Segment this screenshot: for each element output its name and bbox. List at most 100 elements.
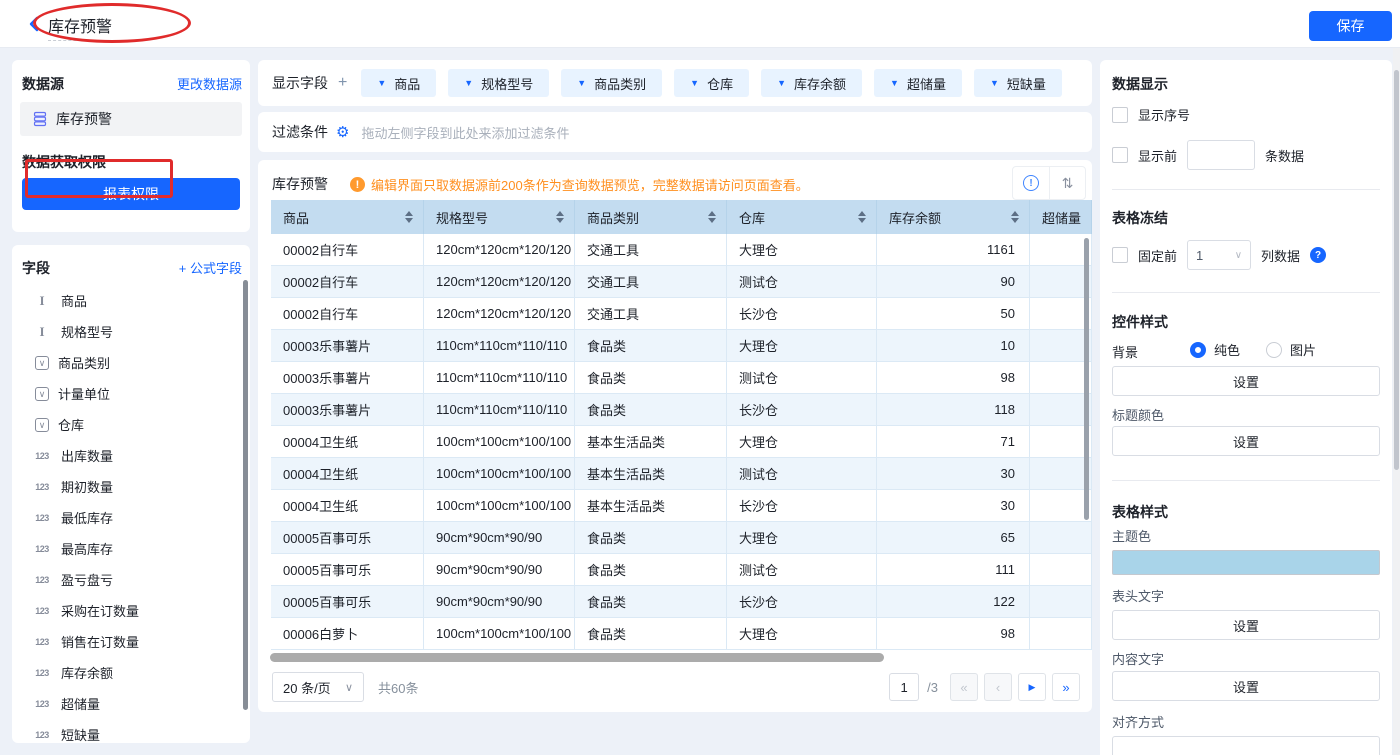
- gear-icon[interactable]: ⚙: [336, 123, 349, 141]
- table-cell: 长沙仓: [727, 298, 877, 330]
- sort-button[interactable]: ⇅: [1049, 167, 1085, 199]
- page-total-label: /3: [927, 680, 938, 695]
- content-text-label: 内容文字: [1112, 649, 1164, 668]
- align-control[interactable]: [1112, 736, 1380, 755]
- table-cell: 100cm*100cm*100/100: [424, 458, 575, 490]
- page-size-select[interactable]: 20 条/页 ∨: [272, 672, 364, 702]
- show-first-count-input[interactable]: [1187, 140, 1255, 170]
- field-item[interactable]: ∨商品类别: [12, 347, 250, 378]
- column-header[interactable]: 仓库: [727, 200, 877, 234]
- title-color-set-button[interactable]: 设置: [1112, 426, 1380, 456]
- report-permission-button[interactable]: 报表权限: [22, 178, 240, 210]
- field-item[interactable]: 123期初数量: [12, 471, 250, 502]
- display-field-chip[interactable]: ▼超储量: [874, 69, 962, 97]
- column-header-label: 超储量: [1042, 208, 1091, 227]
- field-item[interactable]: 123最高库存: [12, 533, 250, 564]
- freeze-checkbox[interactable]: [1112, 247, 1128, 263]
- table-cell: 大理仓: [727, 234, 877, 266]
- last-page-button[interactable]: »: [1052, 673, 1080, 701]
- freeze-count-select[interactable]: 1 ∨: [1187, 240, 1251, 270]
- datasource-item[interactable]: 库存预警: [20, 102, 242, 136]
- chevron-down-icon: ▼: [377, 78, 386, 88]
- double-right-icon: »: [1062, 680, 1069, 695]
- background-set-button[interactable]: 设置: [1112, 366, 1380, 396]
- add-formula-field-link[interactable]: + 公式字段: [179, 258, 242, 277]
- prev-page-button[interactable]: ‹: [984, 673, 1012, 701]
- table-cell: 98: [877, 362, 1030, 394]
- column-header[interactable]: 规格型号: [424, 200, 575, 234]
- field-item[interactable]: 123盈亏盘亏: [12, 564, 250, 595]
- sort-icon[interactable]: [556, 211, 564, 223]
- header-text-set-button[interactable]: 设置: [1112, 610, 1380, 640]
- save-button[interactable]: 保存: [1309, 11, 1392, 41]
- add-display-field-icon[interactable]: +: [338, 74, 347, 92]
- table-cell: 00002自行车: [271, 234, 424, 266]
- next-page-button[interactable]: ▶: [1018, 673, 1046, 701]
- show-index-checkbox[interactable]: [1112, 107, 1128, 123]
- field-item[interactable]: I商品: [12, 285, 250, 316]
- permission-title: 数据获取权限: [22, 152, 106, 172]
- column-header[interactable]: 超储量: [1030, 200, 1092, 234]
- table-cell: 食品类: [575, 618, 727, 650]
- content-text-set-button[interactable]: 设置: [1112, 671, 1380, 701]
- preview-table: 商品规格型号商品类别仓库库存余额超储量 00002自行车120cm*120cm*…: [271, 200, 1092, 650]
- column-header[interactable]: 商品类别: [575, 200, 727, 234]
- column-header[interactable]: 库存余额: [877, 200, 1030, 234]
- display-field-chip[interactable]: ▼商品类别: [561, 69, 662, 97]
- fields-scrollbar[interactable]: [243, 280, 248, 710]
- info-button[interactable]: !: [1013, 167, 1049, 199]
- back-icon[interactable]: [26, 15, 44, 33]
- display-field-chip[interactable]: ▼短缺量: [974, 69, 1062, 97]
- help-icon[interactable]: ?: [1310, 247, 1326, 263]
- window-scrollbar-thumb[interactable]: [1394, 70, 1399, 470]
- table-vertical-scrollbar[interactable]: [1084, 238, 1089, 520]
- solid-radio[interactable]: [1190, 342, 1206, 358]
- field-item[interactable]: 123出库数量: [12, 440, 250, 471]
- field-item[interactable]: ∨计量单位: [12, 378, 250, 409]
- field-item[interactable]: 123最低库存: [12, 502, 250, 533]
- total-count: 共60条: [378, 678, 418, 697]
- widget-style-title: 控件样式: [1112, 312, 1168, 332]
- table-cell: 65: [877, 522, 1030, 554]
- show-index-option: 显示序号: [1112, 105, 1190, 124]
- bg-image-option: 图片: [1266, 340, 1316, 359]
- solid-label: 纯色: [1214, 340, 1240, 359]
- field-item[interactable]: 123短缺量: [12, 719, 250, 743]
- field-item[interactable]: 123超储量: [12, 688, 250, 719]
- table-horizontal-scrollbar[interactable]: [270, 653, 884, 662]
- image-radio[interactable]: [1266, 342, 1282, 358]
- field-item[interactable]: I规格型号: [12, 316, 250, 347]
- table-cell: 1161: [877, 234, 1030, 266]
- column-header[interactable]: 商品: [271, 200, 424, 234]
- display-field-chip[interactable]: ▼库存余额: [761, 69, 862, 97]
- table-row: 00004卫生纸100cm*100cm*100/100基本生活品类大理仓71: [271, 426, 1092, 458]
- field-item[interactable]: 123采购在订数量: [12, 595, 250, 626]
- image-label: 图片: [1290, 340, 1316, 359]
- table-cell: 长沙仓: [727, 490, 877, 522]
- sort-icon[interactable]: [405, 211, 413, 223]
- table-cell: [1030, 586, 1092, 618]
- display-fields-bar: 显示字段 + ▼商品▼规格型号▼商品类别▼仓库▼库存余额▼超储量▼短缺量: [258, 60, 1092, 106]
- table-cell: 00003乐事薯片: [271, 362, 424, 394]
- page-title[interactable]: 库存预警: [48, 13, 112, 41]
- table-cell: 100cm*100cm*100/100: [424, 490, 575, 522]
- filter-dropzone[interactable]: 拖动左侧字段到此处来添加过滤条件: [361, 123, 569, 142]
- display-field-chip[interactable]: ▼仓库: [674, 69, 749, 97]
- display-field-chip[interactable]: ▼规格型号: [448, 69, 549, 97]
- table-cell: [1030, 298, 1092, 330]
- preview-title: 库存预警: [272, 174, 328, 194]
- display-field-chip[interactable]: ▼商品: [361, 69, 436, 97]
- field-item[interactable]: ∨仓库: [12, 409, 250, 440]
- chevron-down-icon: ▼: [890, 78, 899, 88]
- field-item[interactable]: 123库存余额: [12, 657, 250, 688]
- sort-icon[interactable]: [1011, 211, 1019, 223]
- field-item[interactable]: 123销售在订数量: [12, 626, 250, 657]
- theme-color-swatch[interactable]: [1112, 550, 1380, 575]
- first-page-button[interactable]: «: [950, 673, 978, 701]
- sort-icon[interactable]: [858, 211, 866, 223]
- table-cell: 90cm*90cm*90/90: [424, 554, 575, 586]
- show-first-checkbox[interactable]: [1112, 147, 1128, 163]
- sort-icon[interactable]: [708, 211, 716, 223]
- change-datasource-link[interactable]: 更改数据源: [177, 74, 242, 93]
- page-number-input[interactable]: 1: [889, 673, 919, 701]
